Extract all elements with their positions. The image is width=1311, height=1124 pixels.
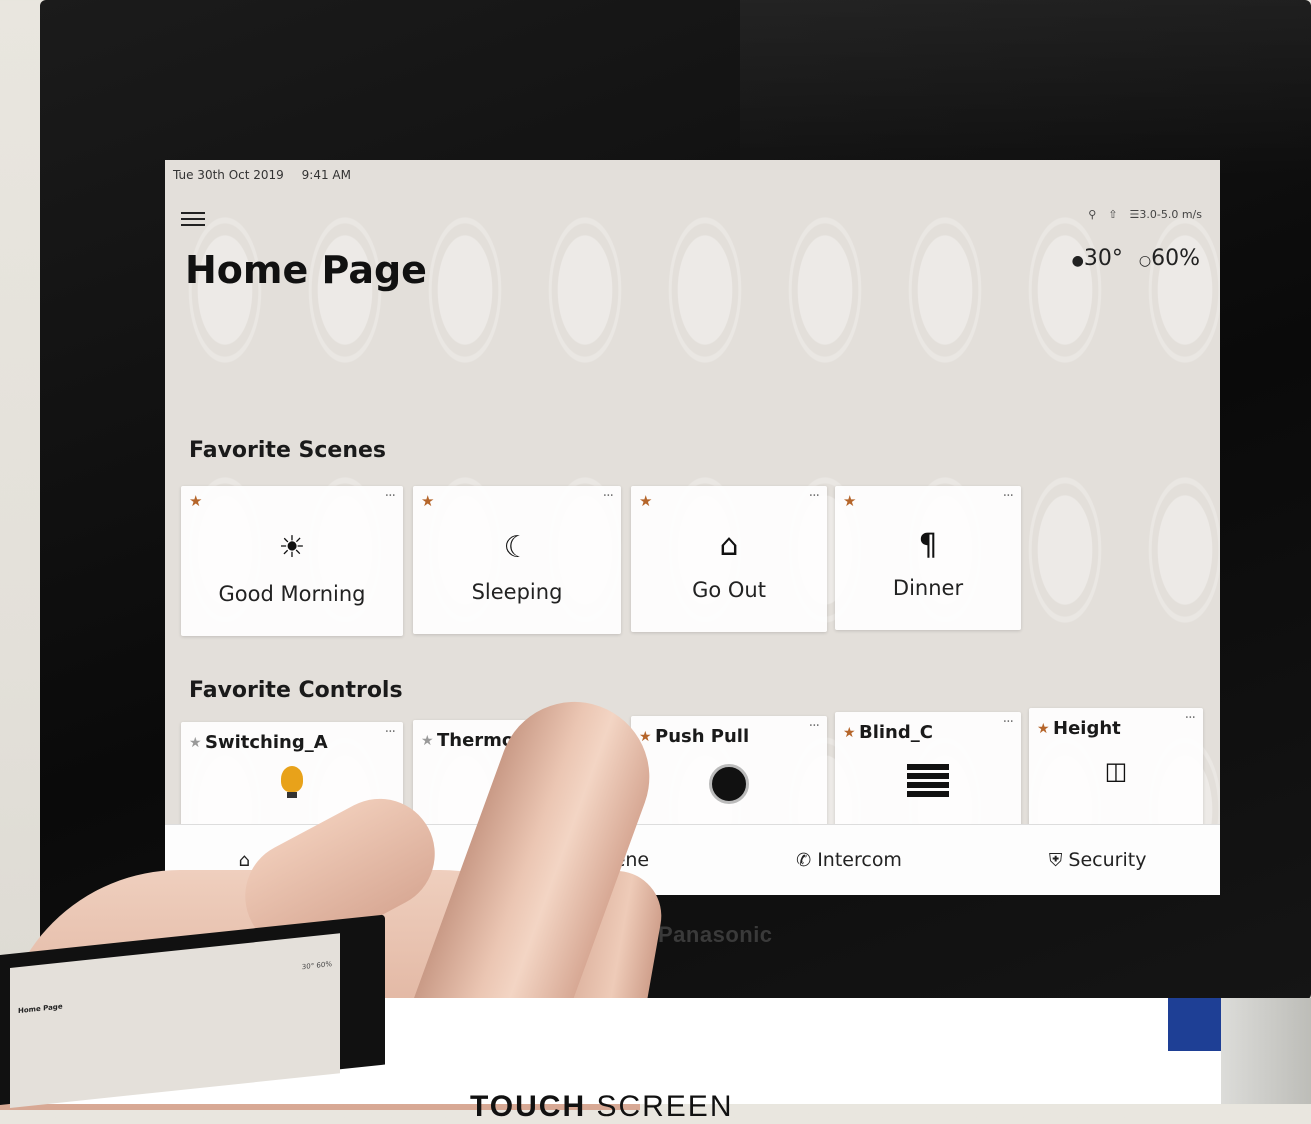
- scene-label: Sleeping: [471, 580, 563, 604]
- tab-control-label: rol: [396, 849, 422, 871]
- temperature-value: 30°: [1083, 246, 1123, 271]
- blind-icon: [907, 764, 949, 800]
- brand-logo: Panasonic: [658, 922, 773, 947]
- scene-card-sleeping[interactable]: ★ ··· ☾ Sleeping: [413, 486, 621, 634]
- weather-readout: ●30° ○60%: [1072, 246, 1200, 271]
- moon-icon: ☾: [503, 530, 531, 565]
- touch-screen: Tue 30th Oct 2019 9:41 AM Home Page ⚲ ⇧ …: [165, 160, 1220, 895]
- control-name: Blind_C: [859, 722, 933, 743]
- home-icon: ⌂: [238, 849, 250, 871]
- promo-side-photo: [1221, 998, 1311, 1104]
- star-icon: ★: [843, 725, 856, 741]
- page-title: Home Page: [185, 248, 427, 292]
- push-button-icon[interactable]: [709, 764, 749, 804]
- promo-headline: TOUCH SCREEN: [470, 1090, 733, 1124]
- control-name: Switching_A: [205, 732, 328, 753]
- star-icon: ★: [189, 492, 203, 510]
- tab-control[interactable]: rol: [397, 849, 421, 871]
- star-icon: ★: [189, 735, 202, 751]
- star-icon: ★: [1037, 721, 1050, 737]
- favorite-controls-title: Favorite Controls: [189, 678, 403, 703]
- tab-intercom[interactable]: ✆ Intercom: [796, 849, 902, 871]
- wind-readout: ☰3.0-5.0 m/s: [1130, 208, 1202, 221]
- humidity-value: 60%: [1151, 246, 1200, 271]
- star-icon: ★: [421, 733, 434, 749]
- more-options-icon[interactable]: ···: [385, 488, 396, 504]
- curtain-icon: ◫: [1104, 757, 1128, 785]
- star-icon: ★: [843, 492, 857, 510]
- more-options-icon[interactable]: ···: [809, 718, 820, 734]
- bulb-icon: [281, 766, 303, 798]
- scene-card-good-morning[interactable]: ★ ··· ☀ Good Morning: [181, 486, 403, 636]
- tab-scene[interactable]: ▦ Scene: [568, 849, 649, 871]
- star-icon: ★: [639, 492, 653, 510]
- humidity: ○60%: [1139, 246, 1200, 271]
- more-options-icon[interactable]: ···: [603, 488, 614, 504]
- thermometer-icon: ●: [1071, 253, 1084, 269]
- status-date: Tue 30th Oct 2019: [173, 168, 284, 182]
- control-name: Thermosta: [437, 730, 546, 751]
- cutlery-icon: ¶: [918, 528, 938, 563]
- star-icon: ★: [639, 729, 652, 745]
- mini-page-title: Home Page: [18, 1002, 63, 1016]
- status-time: 9:41 AM: [301, 168, 351, 182]
- more-options-icon[interactable]: ···: [809, 488, 820, 504]
- control-name: Height: [1053, 718, 1121, 739]
- control-card-height[interactable]: ★ Height ··· ◫: [1029, 708, 1203, 842]
- status-bar: Tue 30th Oct 2019 9:41 AM: [173, 168, 365, 182]
- star-icon: ★: [421, 492, 435, 510]
- control-name: Push Pull: [655, 726, 750, 747]
- network-icon: ⚲: [1088, 208, 1097, 221]
- shield-icon: ⛨: [1048, 849, 1063, 871]
- thermostat-icon: ▲: [505, 768, 529, 803]
- tab-security[interactable]: ⛨ Security: [1049, 849, 1147, 871]
- bottom-tab-bar: ⌂ rol ▦ Scene ✆ Intercom ⛨ Security: [165, 824, 1220, 895]
- scene-label: Dinner: [892, 576, 964, 600]
- headline-bold: TOUCH: [470, 1090, 587, 1123]
- clapperboard-icon: ▦: [568, 849, 586, 871]
- scene-card-go-out[interactable]: ★ ··· ⌂ Go Out: [631, 486, 827, 632]
- tab-intercom-label: Intercom: [817, 849, 902, 871]
- wind-icon: ☰: [1129, 208, 1140, 221]
- scene-label: Good Morning: [218, 582, 366, 606]
- more-options-icon[interactable]: ···: [1003, 488, 1014, 504]
- droplet-icon: ○: [1138, 253, 1152, 269]
- wind-value: 3.0-5.0 m/s: [1139, 208, 1202, 221]
- more-options-icon[interactable]: ···: [385, 724, 396, 740]
- favorite-scenes-title: Favorite Scenes: [189, 438, 387, 463]
- more-options-icon[interactable]: ···: [1185, 710, 1196, 726]
- temperature: ●30°: [1072, 246, 1123, 271]
- tab-scene-label: Scene: [591, 849, 650, 871]
- wifi-icon: ⇧: [1108, 208, 1118, 221]
- phone-icon: ✆: [796, 849, 812, 871]
- sun-icon: ☀: [278, 530, 306, 565]
- headline-rest: SCREEN: [586, 1090, 734, 1123]
- hamburger-menu-icon[interactable]: [181, 208, 205, 228]
- bezel-glare: [740, 0, 1311, 180]
- brand-color-block: [1168, 998, 1221, 1051]
- house-walk-icon: ⌂: [719, 528, 739, 563]
- more-options-icon[interactable]: ···: [1003, 714, 1014, 730]
- tab-home[interactable]: ⌂: [238, 850, 249, 871]
- scene-label: Go Out: [692, 578, 766, 602]
- tab-security-label: Security: [1068, 849, 1147, 871]
- status-icons: ⚲ ⇧ ☰3.0-5.0 m/s: [1088, 208, 1202, 221]
- scene-card-dinner[interactable]: ★ ··· ¶ Dinner: [835, 486, 1021, 630]
- mini-weather: 30° 60%: [301, 960, 332, 972]
